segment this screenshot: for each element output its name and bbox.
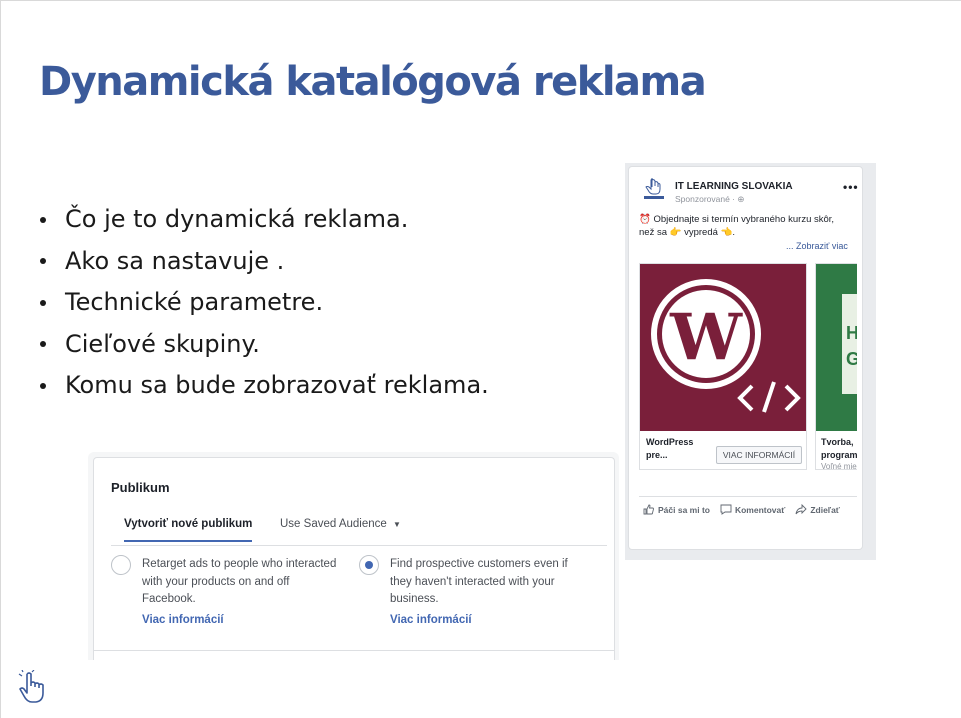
divider <box>639 496 857 497</box>
caret-down-icon: ▼ <box>392 520 401 529</box>
bullet-text: Čo je to dynamická reklama. <box>65 205 409 233</box>
carousel-card[interactable]: H G Tvorba, program Voľné mie <box>815 263 857 471</box>
fb-ad-carousel: W WordPress pre... VIAC INFORMÁCIÍ H G <box>639 263 857 471</box>
fb-ad-preview: IT LEARNING SLOVAKIA Sponzorované · ⊕ ••… <box>628 166 863 550</box>
retarget-learn-more-link[interactable]: Viac informácií <box>142 614 224 626</box>
retarget-option-text: Retarget ads to people who interacted wi… <box>142 558 337 605</box>
bullet-item: Ako sa nastavuje . <box>37 241 489 283</box>
carousel-card-title: WordPress pre... <box>646 436 693 462</box>
wordpress-card-image: W <box>640 264 806 431</box>
carousel-card-title-line: pre... <box>646 450 668 460</box>
bullet-list: Čo je to dynamická reklama. Ako sa nasta… <box>37 199 489 407</box>
bullet-item: Cieľové skupiny. <box>37 324 489 366</box>
carousel-card-title-line: Tvorba, <box>821 437 854 447</box>
audience-panel: Publikum Vytvoriť nové publikum Use Save… <box>93 457 615 660</box>
fb-page-name[interactable]: IT LEARNING SLOVAKIA <box>675 181 793 192</box>
share-icon <box>795 504 807 515</box>
prospective-option-text: Find prospective customers even if they … <box>390 558 568 605</box>
fb-sponsored-label: Sponzorované · ⊕ <box>675 194 745 204</box>
it-learning-logo-icon <box>644 178 664 199</box>
carousel-card-title: Tvorba, program <box>821 436 857 462</box>
comment-button[interactable]: Komentovať <box>720 504 785 515</box>
like-button[interactable]: Páči sa mi to <box>643 504 710 515</box>
bullet-dot <box>40 299 46 306</box>
fb-ad-text-line: ⏰ Objednajte si termín vybraného kurzu s… <box>639 214 835 225</box>
svg-text:W: W <box>669 300 743 375</box>
comment-label: Komentovať <box>734 504 786 515</box>
like-label: Páči sa mi to <box>658 504 710 515</box>
thumbs-up-icon <box>643 504 654 515</box>
bullet-item: Komu sa bude zobrazovať reklama. <box>37 365 489 407</box>
bullet-item: Technické parametre. <box>37 282 489 324</box>
bullet-text: Cieľové skupiny. <box>65 329 260 358</box>
share-label: Zdieľať <box>810 504 840 515</box>
slide: Dynamická katalógová reklama Čo je to dy… <box>0 0 961 718</box>
tab-saved-audience[interactable]: Use Saved Audience ▼ <box>280 518 401 530</box>
comment-icon <box>720 504 732 515</box>
divider <box>94 650 614 651</box>
carousel-card-title-line: program <box>821 450 857 460</box>
audience-panel-background: Publikum Vytvoriť nové publikum Use Save… <box>88 452 619 660</box>
retarget-radio[interactable] <box>111 555 131 575</box>
bullet-dot <box>40 258 46 265</box>
fb-ad-text-line: než sa 👉 vypredá 👈. <box>639 227 736 238</box>
more-options-icon[interactable]: ••• <box>843 180 859 194</box>
audience-panel-title: Publikum <box>111 480 170 495</box>
share-button[interactable]: Zdieľať <box>795 504 840 515</box>
bullet-text: Ako sa nastavuje . <box>65 246 285 275</box>
fb-ad-text: ⏰ Objednajte si termín vybraného kurzu s… <box>639 213 859 239</box>
card-image-text: H G <box>846 320 857 372</box>
carousel-card[interactable]: W WordPress pre... VIAC INFORMÁCIÍ <box>639 263 807 470</box>
prospective-radio[interactable] <box>359 555 379 575</box>
fb-action-bar: Páči sa mi to Komentovať Zdieľať <box>643 504 840 515</box>
slide-title: Dynamická katalógová reklama <box>39 59 707 105</box>
divider <box>111 545 607 546</box>
carousel-card-subtitle: Voľné mie <box>821 462 857 471</box>
bullet-dot <box>40 216 46 223</box>
prospective-learn-more-link[interactable]: Viac informácií <box>390 614 472 626</box>
green-card-image: H G <box>816 264 857 431</box>
hand-pointer-icon[interactable] <box>16 670 48 706</box>
bullet-item: Čo je to dynamická reklama. <box>37 199 489 241</box>
bullet-text: Technické parametre. <box>65 288 324 316</box>
carousel-card-title-line: WordPress <box>646 437 694 447</box>
wordpress-logo-icon: W <box>651 279 801 413</box>
bullet-dot <box>40 382 46 389</box>
bullet-text: Komu sa bude zobrazovať reklama. <box>65 371 489 399</box>
bullet-dot <box>40 341 46 348</box>
see-more-link[interactable]: ... Zobraziť viac <box>786 241 848 251</box>
learn-more-button[interactable]: VIAC INFORMÁCIÍ <box>716 446 802 464</box>
tab-saved-audience-label: Use Saved Audience <box>280 518 387 530</box>
tab-create-audience[interactable]: Vytvoriť nové publikum <box>124 518 253 542</box>
